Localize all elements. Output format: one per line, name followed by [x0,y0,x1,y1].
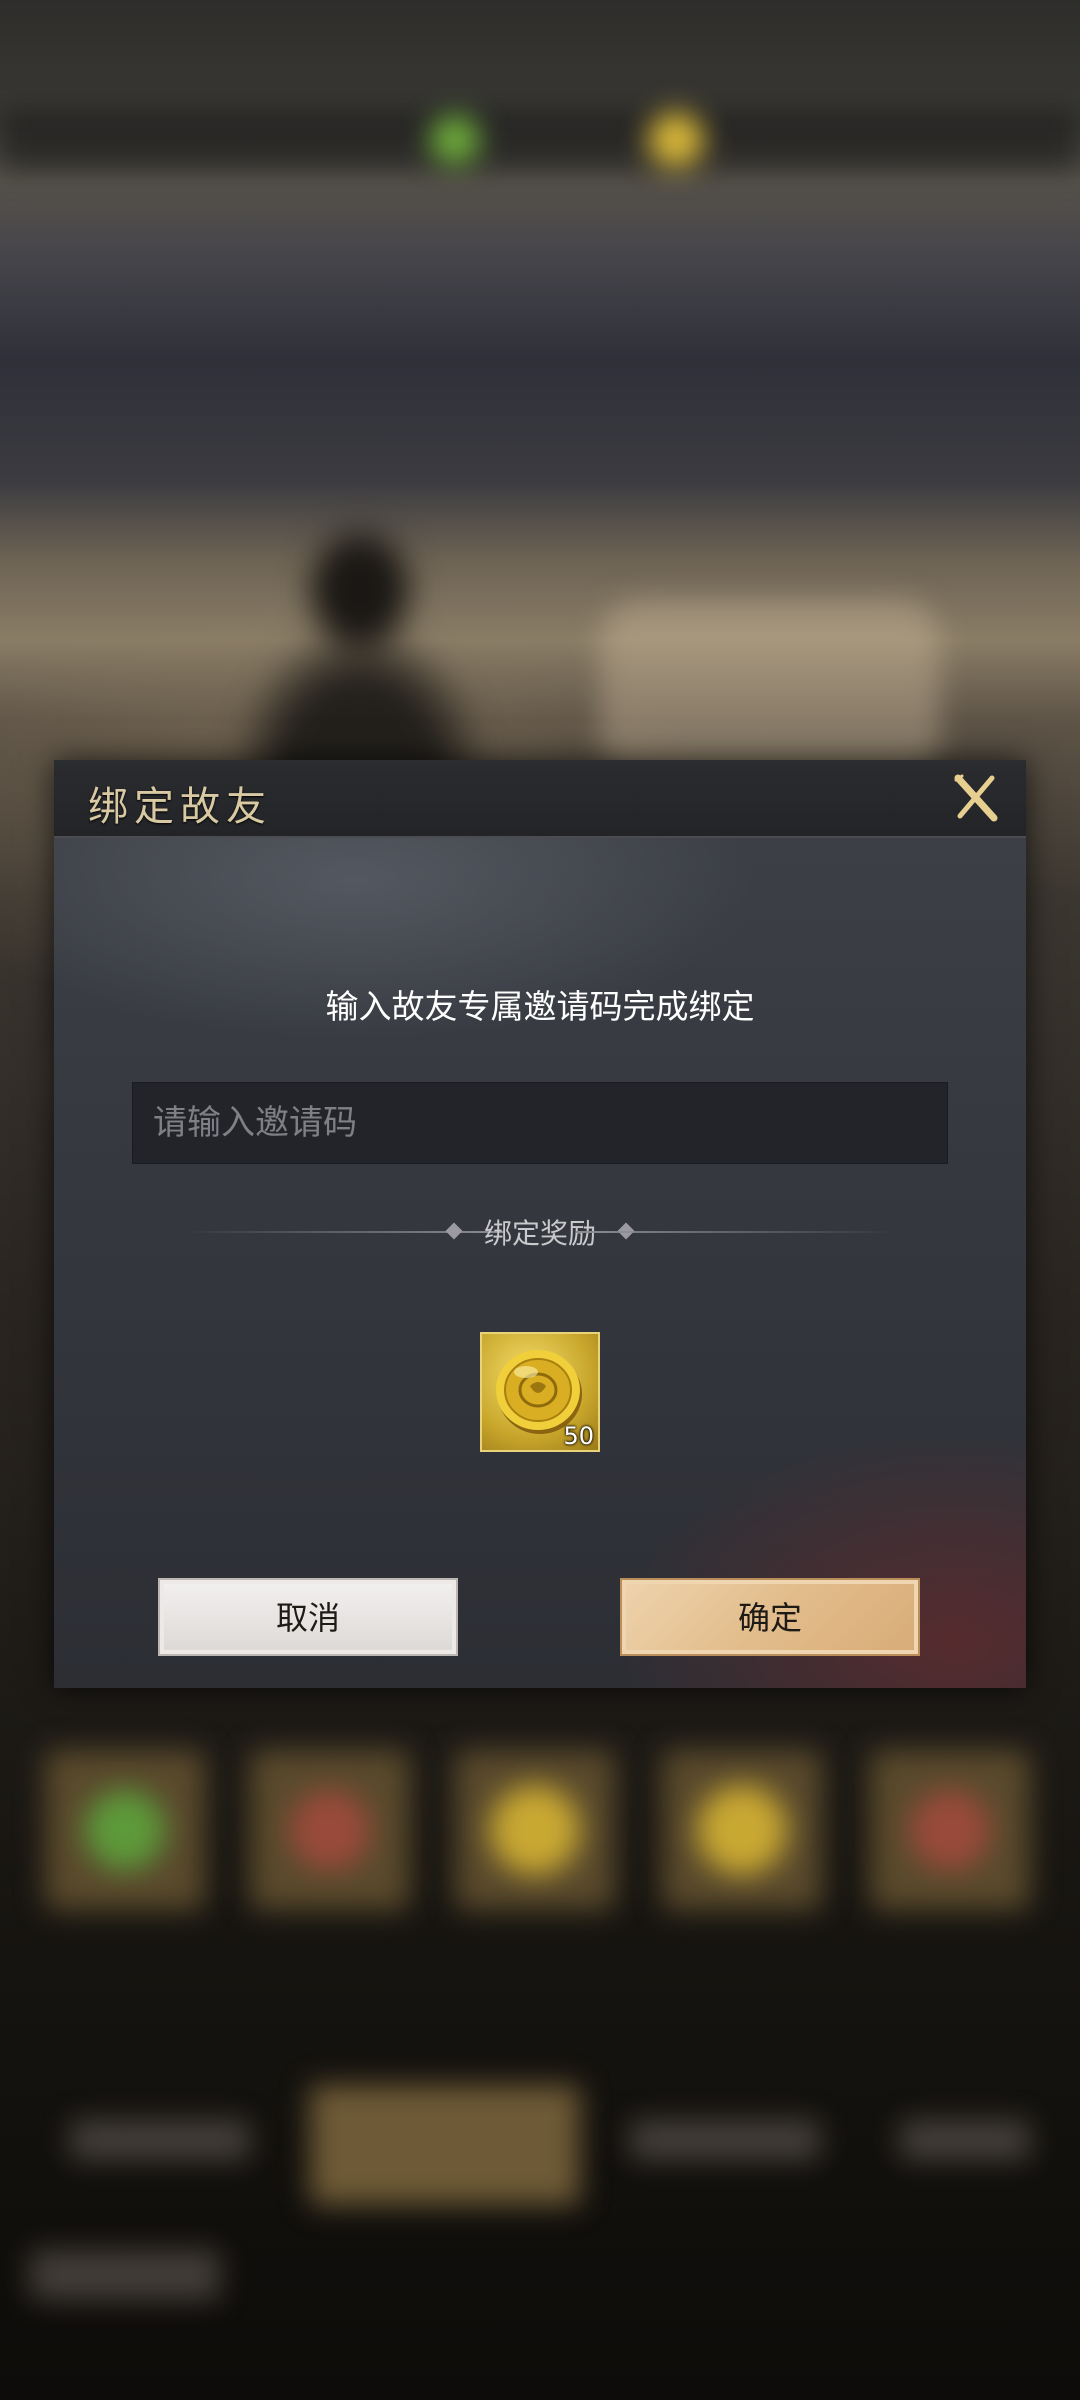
confirm-button-label: 确定 [737,1599,802,1637]
background-menu-entry [630,2120,820,2160]
background-item-slot [455,1750,615,1910]
divider-line-right [576,1231,896,1233]
reward-quantity: 50 [563,1422,594,1450]
background-item-slot [250,1750,410,1910]
dialog-header: 绑定故友 [54,760,1026,838]
bind-instruction-text: 输入故友专属邀请码完成绑定 [325,987,755,1026]
background-item-slot [45,1750,205,1910]
background-menu-entry [70,2120,250,2160]
close-icon [954,774,998,822]
background-menu-entry [900,2120,1030,2160]
dialog-title: 绑定故友 [88,784,272,830]
invite-code-input[interactable] [132,1082,948,1164]
background-featured-card [310,2085,580,2205]
close-button[interactable] [948,770,1004,826]
game-screen: 绑定故友 输入故友专属邀请码完成绑定 绑定奖励 [0,0,1080,2400]
reward-item-gold-coin[interactable]: 50 [480,1332,600,1452]
bind-friend-dialog: 绑定故友 输入故友专属邀请码完成绑定 绑定奖励 [54,760,1026,1688]
cancel-button-label: 取消 [275,1599,340,1637]
background-bottom-tab [30,2250,220,2300]
background-green-icon [430,115,480,165]
background-item-slot [662,1750,822,1910]
confirm-button[interactable]: 确定 [620,1578,920,1656]
background-item-slot [870,1750,1030,1910]
cancel-button[interactable]: 取消 [158,1578,458,1656]
background-top-bar [0,110,1080,170]
background-calligraphy [600,600,940,780]
background-yellow-icon [648,112,704,168]
